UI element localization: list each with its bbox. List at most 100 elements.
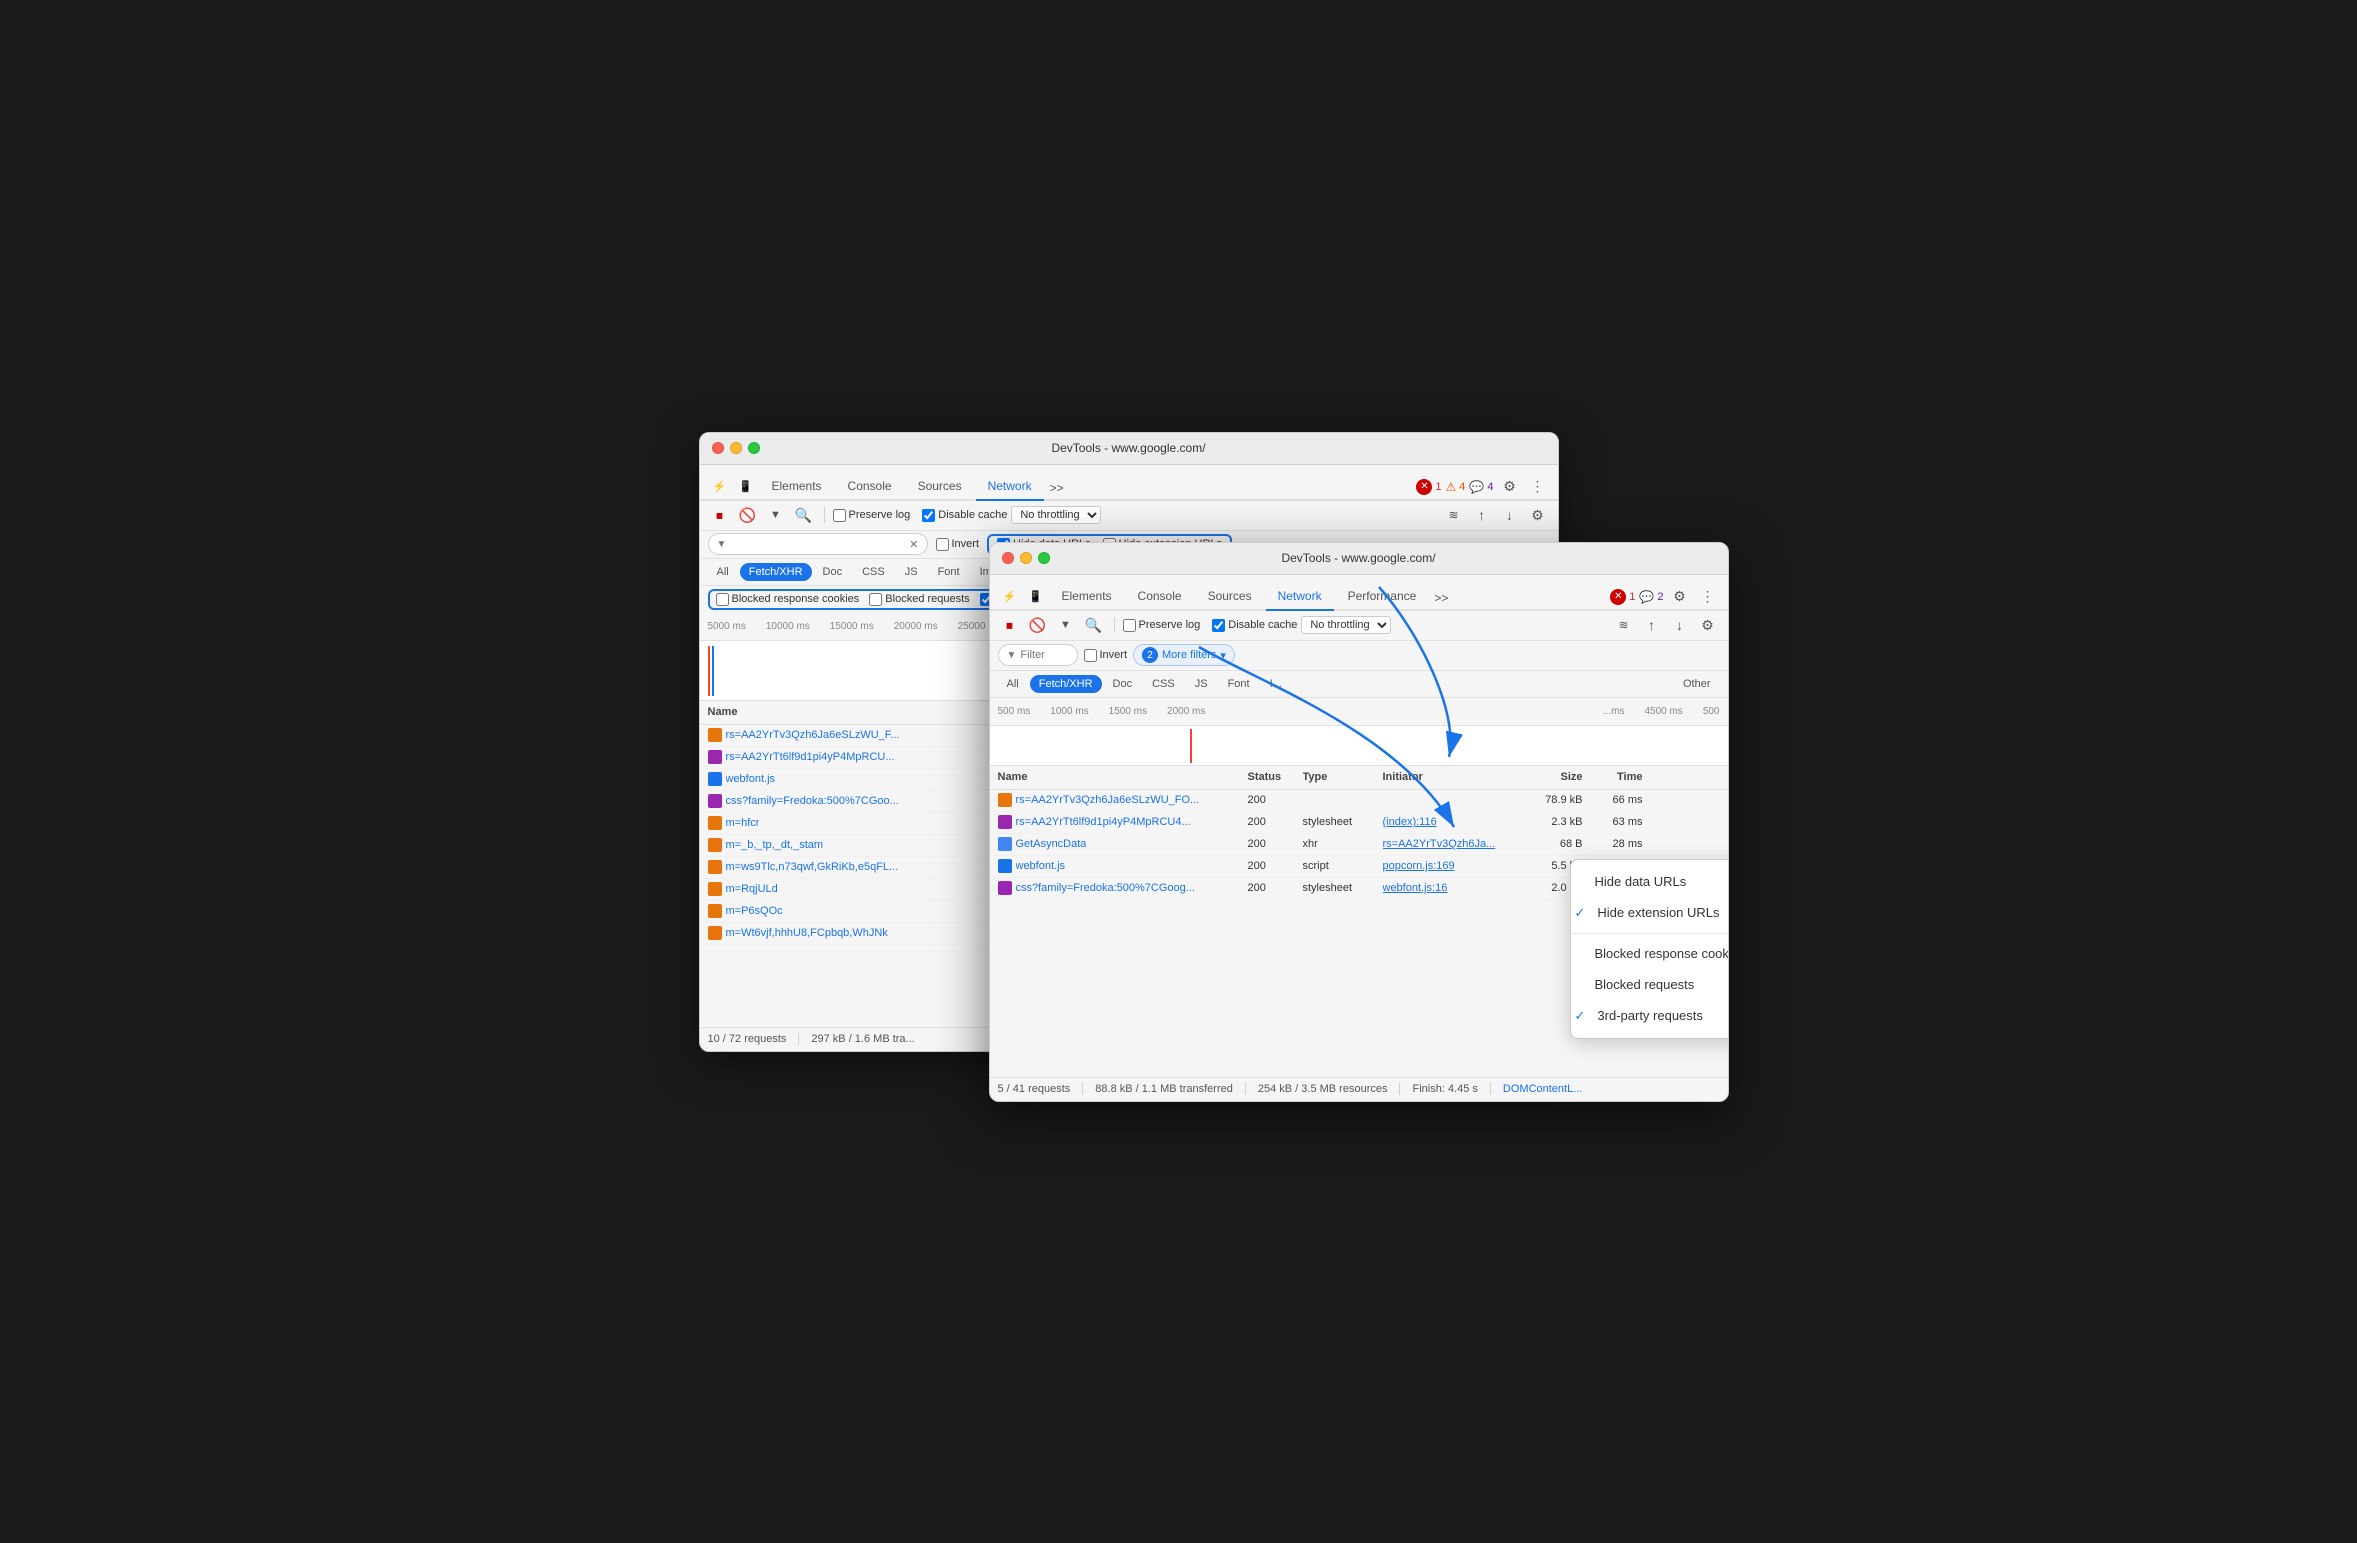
bg-maximize-button[interactable]	[748, 442, 760, 454]
bg-tab-console[interactable]: Console	[836, 473, 904, 501]
fg-domcontent-link[interactable]: DOMContentL...	[1503, 1083, 1582, 1095]
bg-devtools-icon[interactable]: ⚡	[708, 475, 732, 499]
fg-responsive-icon[interactable]: 📱	[1024, 585, 1048, 609]
bg-filter-js[interactable]: JS	[896, 563, 927, 581]
bg-tab-elements[interactable]: Elements	[760, 473, 834, 501]
fg-download-icon[interactable]: ↓	[1668, 613, 1692, 637]
fg-tab-network[interactable]: Network	[1266, 583, 1334, 611]
bg-close-button[interactable]	[712, 442, 724, 454]
fg-net-settings-icon[interactable]: ⚙	[1696, 613, 1720, 637]
bg-invert-label[interactable]: Invert	[936, 538, 980, 551]
fg-filter-img[interactable]: I...	[1261, 675, 1291, 693]
fg-tab-more[interactable]: >>	[1430, 585, 1452, 611]
bg-responsive-icon[interactable]: 📱	[734, 475, 758, 499]
bg-disable-cache-checkbox[interactable]	[922, 509, 935, 522]
fg-more-filters-dropdown: Hide data URLs Hide extension URLs Block…	[1570, 859, 1729, 1039]
fg-filter-css[interactable]: CSS	[1143, 675, 1184, 693]
bg-filter-clear-icon[interactable]: ✕	[909, 538, 918, 551]
bg-stop-recording-icon[interactable]: ⏹	[708, 503, 732, 527]
fg-filter-font[interactable]: Font	[1219, 675, 1259, 693]
fg-filter-fetchxhr[interactable]: Fetch/XHR	[1030, 675, 1102, 693]
bg-blocked-requests-label[interactable]: Blocked requests	[869, 593, 969, 606]
bg-filter-input[interactable]	[730, 538, 905, 550]
fg-invert-checkbox[interactable]	[1084, 649, 1097, 662]
bg-invert-checkbox[interactable]	[936, 538, 949, 551]
fg-tab-sources[interactable]: Sources	[1196, 583, 1264, 611]
table-row[interactable]: GetAsyncData 200 xhr rs=AA2YrTv3Qzh6Ja..…	[990, 834, 1728, 856]
bg-more-icon[interactable]: ⋮	[1526, 475, 1550, 499]
fg-wifi-icon[interactable]: ≋	[1612, 613, 1636, 637]
fg-row-initiator-link-3[interactable]: popcorn.js:169	[1383, 860, 1455, 872]
fg-menu-blocked-response-cookies[interactable]: Blocked response cookies	[1571, 938, 1729, 969]
fg-throttle-select[interactable]: No throttling	[1301, 616, 1391, 634]
bg-minimize-button[interactable]	[730, 442, 742, 454]
bg-settings-icon[interactable]: ⚙	[1498, 475, 1522, 499]
fg-menu-hide-extension-urls[interactable]: Hide extension URLs	[1571, 897, 1729, 929]
bg-download-icon[interactable]: ↓	[1498, 503, 1522, 527]
fg-close-button[interactable]	[1002, 552, 1014, 564]
bg-search-icon[interactable]: 🔍	[792, 503, 816, 527]
fg-minimize-button[interactable]	[1020, 552, 1032, 564]
fg-devtools-icon[interactable]: ⚡	[998, 585, 1022, 609]
bg-tab-network[interactable]: Network	[976, 473, 1044, 501]
bg-preserve-log-checkbox[interactable]	[833, 509, 846, 522]
fg-filter-icon[interactable]: ▼	[1054, 613, 1078, 637]
fg-stop-recording-icon[interactable]: ⏹	[998, 613, 1022, 637]
bg-filter-fetchxhr[interactable]: Fetch/XHR	[740, 563, 812, 581]
bg-blocked-response-checkbox[interactable]	[716, 593, 729, 606]
fg-row-initiator-link-2[interactable]: rs=AA2YrTv3Qzh6Ja...	[1383, 838, 1496, 850]
bg-blocked-requests-checkbox[interactable]	[869, 593, 882, 606]
fg-menu-third-party-requests[interactable]: 3rd-party requests	[1571, 1000, 1729, 1032]
bg-disable-cache-label[interactable]: Disable cache	[922, 509, 1007, 522]
fg-tab-elements[interactable]: Elements	[1050, 583, 1124, 611]
fg-filter-doc[interactable]: Doc	[1104, 675, 1142, 693]
table-row[interactable]: rs=AA2YrTv3Qzh6Ja6eSLzWU_FO... 200 78.9 …	[990, 790, 1728, 812]
fg-tab-console[interactable]: Console	[1126, 583, 1194, 611]
bg-throttle-select[interactable]: No throttling	[1011, 506, 1101, 524]
bg-tab-more[interactable]: >>	[1046, 475, 1068, 501]
table-row[interactable]: rs=AA2YrTt6lf9d1pi4yP4MpRCU4... 200 styl…	[990, 812, 1728, 834]
fg-filter-other[interactable]: Other	[1674, 675, 1720, 693]
fg-settings-icon[interactable]: ⚙	[1668, 585, 1692, 609]
bg-tab-sources[interactable]: Sources	[906, 473, 974, 501]
fg-col-name[interactable]: Name	[998, 771, 1248, 783]
fg-preserve-log-checkbox[interactable]	[1123, 619, 1136, 632]
bg-wifi-icon[interactable]: ≋	[1442, 503, 1466, 527]
fg-tab-performance[interactable]: Performance	[1336, 583, 1429, 611]
fg-disable-cache-label[interactable]: Disable cache	[1212, 619, 1297, 632]
bg-preserve-log-label[interactable]: Preserve log	[833, 509, 911, 522]
bg-clear-icon[interactable]: 🚫	[736, 503, 760, 527]
bg-window-title: DevTools - www.google.com/	[1051, 441, 1205, 455]
fg-menu-blocked-requests[interactable]: Blocked requests	[1571, 969, 1729, 1000]
fg-tab-bar: ⚡ 📱 Elements Console Sources Network Per…	[990, 575, 1728, 611]
bg-filter-doc[interactable]: Doc	[814, 563, 852, 581]
fg-filter-input-wrap[interactable]: ▼ Filter	[998, 644, 1078, 666]
fg-search-icon[interactable]: 🔍	[1082, 613, 1106, 637]
fg-col-size[interactable]: Size	[1513, 771, 1583, 783]
fg-col-initiator[interactable]: Initiator	[1383, 771, 1513, 783]
fg-disable-cache-checkbox[interactable]	[1212, 619, 1225, 632]
fg-maximize-button[interactable]	[1038, 552, 1050, 564]
bg-net-settings-icon[interactable]: ⚙	[1526, 503, 1550, 527]
fg-menu-hide-data-urls[interactable]: Hide data URLs	[1571, 866, 1729, 897]
fg-row-initiator-link-4[interactable]: webfont.js:16	[1383, 882, 1448, 894]
bg-upload-icon[interactable]: ↑	[1470, 503, 1494, 527]
fg-more-icon[interactable]: ⋮	[1696, 585, 1720, 609]
bg-filter-icon[interactable]: ▼	[764, 503, 788, 527]
bg-col-name[interactable]: Name	[708, 706, 908, 718]
fg-invert-checkbox-label[interactable]: Invert	[1084, 649, 1128, 662]
fg-filter-all[interactable]: All	[998, 675, 1028, 693]
fg-preserve-log-label[interactable]: Preserve log	[1123, 619, 1201, 632]
bg-filter-font[interactable]: Font	[929, 563, 969, 581]
bg-filter-all[interactable]: All	[708, 563, 738, 581]
fg-clear-icon[interactable]: 🚫	[1026, 613, 1050, 637]
bg-blocked-response-label[interactable]: Blocked response cookies	[716, 593, 860, 606]
fg-more-filters-button[interactable]: 2 More filters ▾	[1133, 644, 1235, 666]
fg-col-time[interactable]: Time	[1583, 771, 1643, 783]
fg-row-initiator-link-1[interactable]: (index):116	[1383, 816, 1437, 828]
fg-filter-js[interactable]: JS	[1186, 675, 1217, 693]
fg-col-type[interactable]: Type	[1303, 771, 1383, 783]
fg-upload-icon[interactable]: ↑	[1640, 613, 1664, 637]
fg-col-status[interactable]: Status	[1248, 771, 1303, 783]
bg-filter-css[interactable]: CSS	[853, 563, 894, 581]
